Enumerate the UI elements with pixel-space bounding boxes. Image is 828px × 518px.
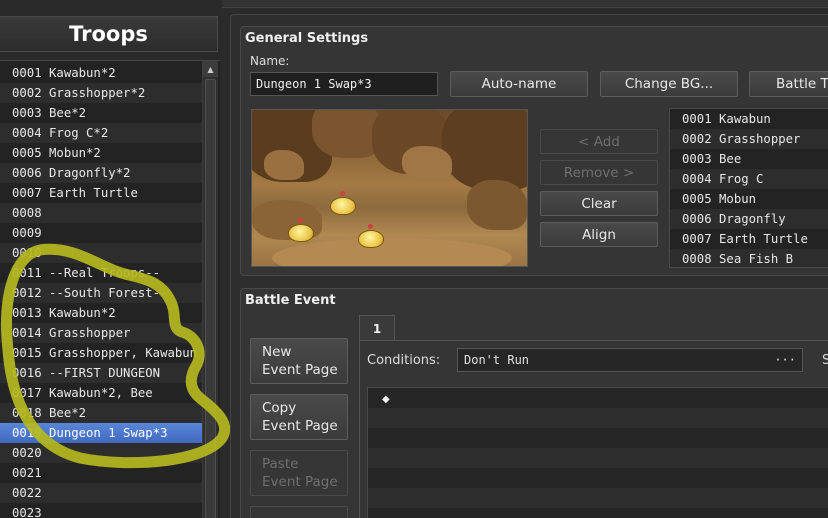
command-marker-icon[interactable]: ◆ <box>382 394 390 405</box>
conditions-more-icon[interactable]: ··· <box>774 349 796 371</box>
scroll-up-arrow-icon[interactable]: ▲ <box>203 61 218 77</box>
troops-header: Troops <box>0 16 218 52</box>
event-page-tab-1[interactable]: 1 <box>359 315 395 341</box>
auto-name-button[interactable]: Auto-name <box>450 71 588 97</box>
enemy-list-item[interactable]: 0007 Earth Turtle <box>670 229 828 249</box>
enemy-list-item[interactable]: 0004 Frog C <box>670 169 828 189</box>
conditions-label: Conditions: <box>367 353 441 368</box>
clear-button[interactable]: Clear <box>540 191 658 216</box>
enemy-list-item[interactable]: 0006 Dragonfly <box>670 209 828 229</box>
troop-list-item[interactable]: 0008 <box>0 203 202 223</box>
troop-list-item[interactable]: 0014 Grasshopper <box>0 323 202 343</box>
paste-event-page-line1: Paste <box>262 456 299 472</box>
troop-list-item[interactable]: 0005 Mobun*2 <box>0 143 202 163</box>
troop-list-item[interactable]: 0016 --FIRST DUNGEON <box>0 363 202 383</box>
troop-list-item[interactable]: 0020 <box>0 443 202 463</box>
troops-scrollbar[interactable]: ▲ <box>202 61 218 518</box>
troop-list-item[interactable]: 0001 Kawabun*2 <box>0 63 202 83</box>
enemy-sprite[interactable] <box>358 224 384 248</box>
troop-list-item[interactable]: 0006 Dragonfly*2 <box>0 163 202 183</box>
enemy-list: 0001 Kawabun 0002 Grasshopper 0003 Bee 0004… <box>669 108 828 268</box>
enemy-list-item[interactable]: 0008 Sea Fish B <box>670 249 828 267</box>
troop-list-item[interactable]: 0011 --Real Troops-- <box>0 263 202 283</box>
copy-event-page-button[interactable]: Copy Event Page <box>250 394 348 440</box>
remove-enemy-button[interactable]: Remove > <box>540 160 658 185</box>
name-label: Name: <box>250 54 290 68</box>
troop-list-item[interactable]: 0018 Bee*2 <box>0 403 202 423</box>
event-command-list[interactable]: ◆ <box>367 387 828 518</box>
troop-list-item[interactable]: 0013 Kawabun*2 <box>0 303 202 323</box>
span-label: S <box>822 353 828 368</box>
troop-list-item[interactable]: 0009 <box>0 223 202 243</box>
new-event-page-button[interactable]: New Event Page <box>250 338 348 384</box>
troop-list-item[interactable]: 0021 <box>0 463 202 483</box>
troop-list-item[interactable]: 0010 <box>0 243 202 263</box>
troop-list-item[interactable]: 0017 Kawabun*2, Bee <box>0 383 202 403</box>
conditions-value: Don't Run <box>464 353 530 367</box>
troop-name-input[interactable]: Dungeon 1 Swap*3 <box>250 72 438 96</box>
scroll-thumb[interactable] <box>205 79 216 518</box>
troops-panel: Troops 0001 Kawabun*2 0002 Grasshopper*2 0… <box>0 0 222 518</box>
battle-event-title: Battle Event <box>245 293 336 308</box>
copy-event-page-line2: Event Page <box>262 418 338 434</box>
change-bg-button[interactable]: Change BG... <box>600 71 738 97</box>
troop-list-item[interactable]: 0003 Bee*2 <box>0 103 202 123</box>
troop-list-item[interactable]: 0019 Dungeon 1 Swap*3 <box>0 423 202 443</box>
enemy-list-item[interactable]: 0003 Bee <box>670 149 828 169</box>
new-event-page-line1: New <box>262 344 292 360</box>
troop-list-item[interactable]: 0002 Grasshopper*2 <box>0 83 202 103</box>
troops-list-box: 0001 Kawabun*2 0002 Grasshopper*2 0003 Bee… <box>0 60 220 518</box>
troops-list: 0001 Kawabun*2 0002 Grasshopper*2 0003 Bee… <box>0 63 202 518</box>
battle-test-button[interactable]: Battle T <box>749 71 828 97</box>
troop-list-item[interactable]: 0023 <box>0 503 202 518</box>
troop-list-item[interactable]: 0007 Earth Turtle <box>0 183 202 203</box>
troop-list-item[interactable]: 0015 Grasshopper, Kawabun <box>0 343 202 363</box>
align-button[interactable]: Align <box>540 222 658 247</box>
enemy-sprite[interactable] <box>330 191 356 215</box>
troop-list-item[interactable]: 0004 Frog C*2 <box>0 123 202 143</box>
new-event-page-line2: Event Page <box>262 362 338 378</box>
troop-list-item[interactable]: 0012 --South Forest-- <box>0 283 202 303</box>
delete-event-page-button[interactable] <box>250 506 348 518</box>
battle-background-preview[interactable] <box>251 109 528 267</box>
general-settings-title: General Settings <box>245 31 369 46</box>
copy-event-page-line1: Copy <box>262 400 297 416</box>
troop-list-item[interactable]: 0022 <box>0 483 202 503</box>
paste-event-page-button[interactable]: Paste Event Page <box>250 450 348 496</box>
enemy-list-item[interactable]: 0002 Grasshopper <box>670 129 828 149</box>
enemy-sprite[interactable] <box>288 218 314 242</box>
conditions-field[interactable]: Don't Run ··· <box>457 348 803 372</box>
enemy-list-item[interactable]: 0001 Kawabun <box>670 109 828 129</box>
enemy-list-item[interactable]: 0005 Mobun <box>670 189 828 209</box>
add-enemy-button[interactable]: < Add <box>540 129 658 154</box>
paste-event-page-line2: Event Page <box>262 474 338 490</box>
